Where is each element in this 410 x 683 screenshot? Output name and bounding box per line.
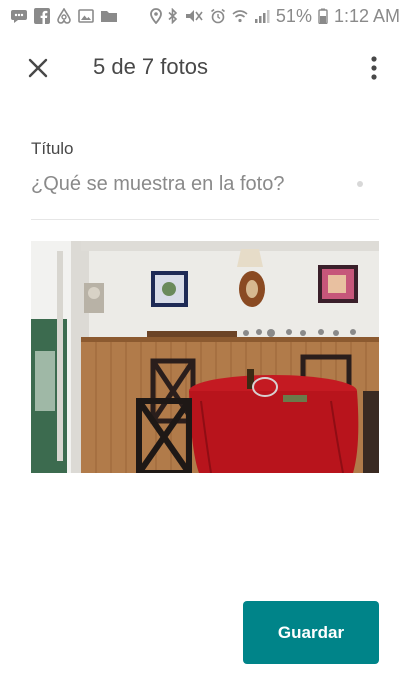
location-icon [150,8,162,24]
status-left-icons [10,8,118,24]
signal-icon [254,10,270,23]
mute-icon [185,10,203,22]
caption-label: Título [31,139,74,158]
status-bar: 51% 1:12 AM [0,0,410,32]
status-time: 1:12 AM [333,5,400,26]
save-button[interactable]: Guardar [243,601,379,664]
battery-percent: 51% [275,5,312,26]
alarm-icon [210,8,225,24]
facebook-icon [34,8,50,24]
caption-input[interactable] [31,168,349,200]
more-vertical-icon [371,56,377,80]
page-title: 5 de 7 fotos [93,54,208,79]
image-icon [78,9,94,23]
status-right-icons: 51% 1:12 AM [150,6,400,27]
listing-photo[interactable] [31,241,379,473]
caption-divider [31,219,379,220]
wifi-icon [232,10,248,23]
bluetooth-icon [168,8,178,24]
close-button[interactable] [18,50,58,86]
message-icon [11,10,27,23]
more-options-button[interactable] [356,50,392,86]
close-icon [28,58,48,78]
header: 5 de 7 fotos [0,40,410,96]
caption-indicator-dot [357,181,363,187]
airbnb-icon [57,8,71,24]
folder-icon [101,11,117,22]
battery-icon [318,8,328,24]
dining-room-photo [31,241,379,473]
